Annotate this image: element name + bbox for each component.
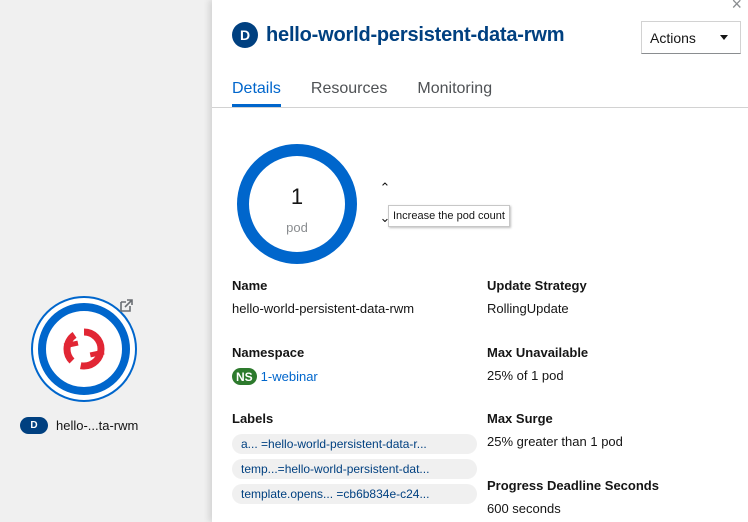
tab-monitoring[interactable]: Monitoring xyxy=(417,70,492,107)
field-label: Name xyxy=(232,278,268,293)
pod-ring-chart: 1 pod xyxy=(237,144,357,264)
update-strategy-field: Update Strategy RollingUpdate xyxy=(487,278,587,316)
tab-details[interactable]: Details xyxy=(232,70,281,107)
page-title: hello-world-persistent-data-rwm xyxy=(266,23,565,46)
increase-pod-count-icon[interactable]: ⌃ xyxy=(378,180,392,195)
namespace-field: Namespace NS 1-webinar xyxy=(232,345,318,385)
name-field: Name hello-world-persistent-data-rwm xyxy=(232,278,414,316)
field-label: Progress Deadline Seconds xyxy=(487,478,659,493)
field-value: 25% of 1 pod xyxy=(487,368,564,383)
side-panel: × D hello-world-persistent-data-rwm Acti… xyxy=(212,0,748,522)
tab-bar: Details Resources Monitoring xyxy=(212,70,748,108)
label-chip[interactable]: a... =hello-world-persistent-data-r... xyxy=(232,434,477,454)
field-value: RollingUpdate xyxy=(487,301,569,316)
field-value: 600 seconds xyxy=(487,501,561,516)
labels-field: Labels a... =hello-world-persistent-data… xyxy=(232,411,477,509)
label-chip[interactable]: template.opens... =cb6b834e-c24... xyxy=(232,484,477,504)
deployment-kind-badge: D xyxy=(20,417,48,434)
node-name: hello-...ta-rwm xyxy=(56,418,139,433)
node-label[interactable]: D hello-...ta-rwm xyxy=(20,417,138,434)
field-label: Update Strategy xyxy=(487,278,587,293)
close-icon[interactable]: × xyxy=(731,0,742,15)
field-label: Max Surge xyxy=(487,411,553,426)
openshift-logo-icon xyxy=(63,328,105,370)
external-link-icon[interactable] xyxy=(118,298,134,314)
field-label: Max Unavailable xyxy=(487,345,589,360)
deployment-kind-badge: D xyxy=(232,22,258,48)
field-value: 25% greater than 1 pod xyxy=(487,434,623,449)
actions-dropdown[interactable]: Actions xyxy=(641,21,741,54)
field-label: Labels xyxy=(232,411,274,426)
label-chip[interactable]: temp...=hello-world-persistent-dat... xyxy=(232,459,477,479)
caret-down-icon xyxy=(720,35,728,40)
panel-header: D hello-world-persistent-data-rwm xyxy=(232,22,564,48)
pod-unit: pod xyxy=(286,220,308,235)
namespace-badge: NS xyxy=(232,368,257,385)
pod-count: 1 xyxy=(290,184,304,209)
field-label: Namespace xyxy=(232,345,305,360)
namespace-link[interactable]: 1-webinar xyxy=(261,369,318,384)
actions-label: Actions xyxy=(650,29,696,46)
max-unavailable-field: Max Unavailable 25% of 1 pod xyxy=(487,345,588,383)
topology-canvas: D hello-...ta-rwm xyxy=(0,0,212,522)
tab-resources[interactable]: Resources xyxy=(311,70,387,107)
tooltip: Increase the pod count xyxy=(388,205,510,227)
progress-deadline-field: Progress Deadline Seconds 600 seconds xyxy=(487,478,659,516)
max-surge-field: Max Surge 25% greater than 1 pod xyxy=(487,411,623,449)
namespace-row: NS 1-webinar xyxy=(232,368,318,385)
field-value: hello-world-persistent-data-rwm xyxy=(232,301,415,316)
